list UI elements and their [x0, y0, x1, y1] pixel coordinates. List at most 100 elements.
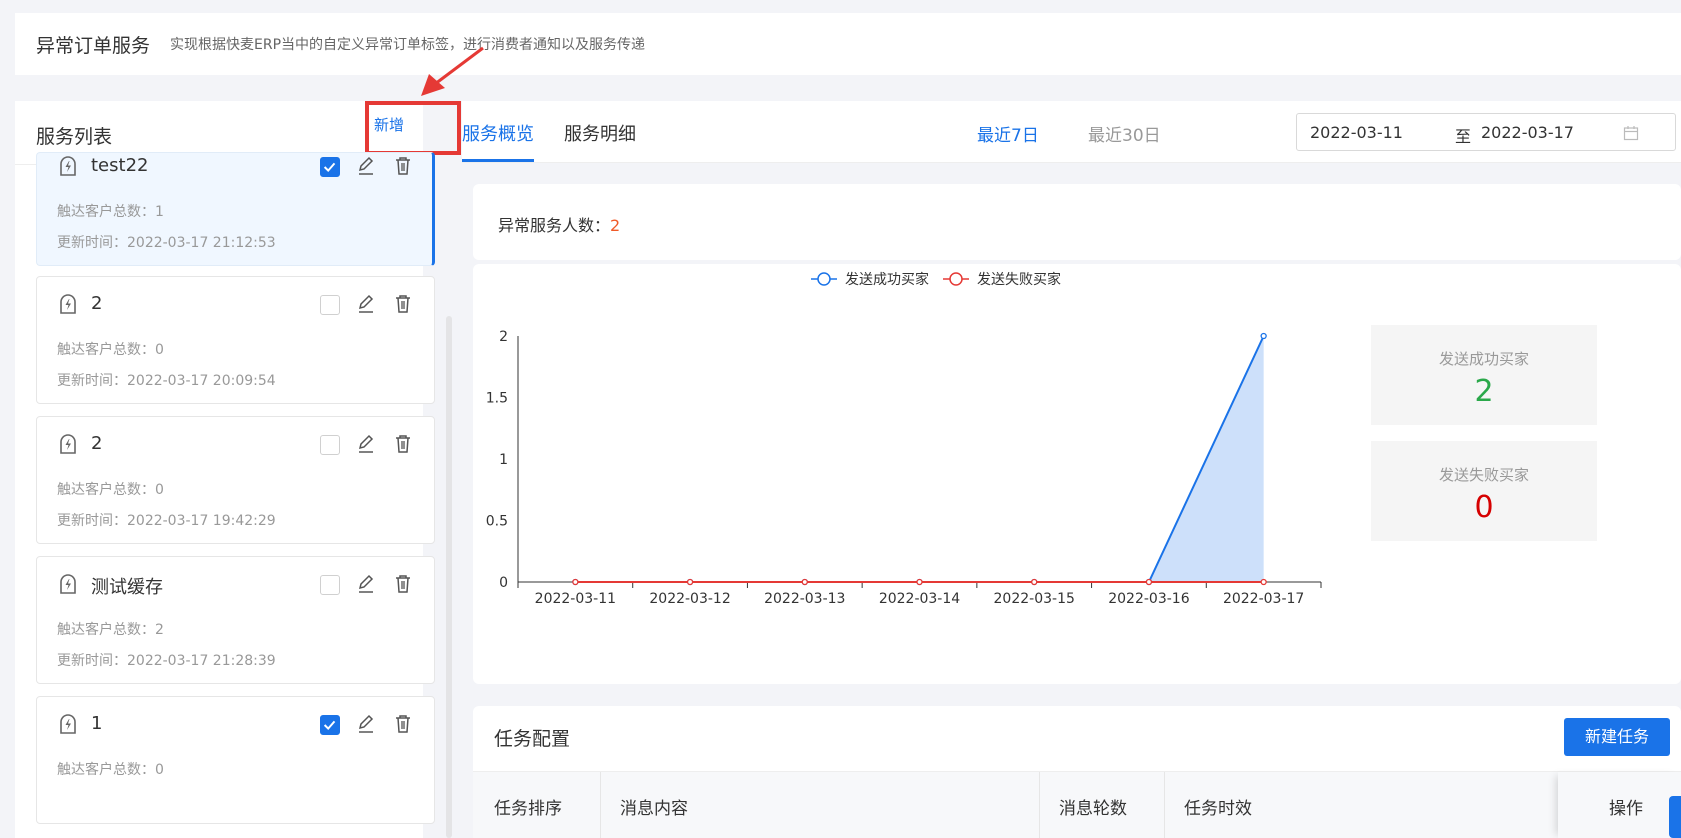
edit-icon[interactable]: [356, 573, 376, 595]
column-divider: [1039, 772, 1040, 838]
delete-icon[interactable]: [393, 433, 413, 455]
delete-icon[interactable]: [393, 155, 413, 177]
service-reach-count: 触达客户总数：0: [57, 482, 164, 498]
legend-label: 发送成功买家: [845, 271, 929, 288]
service-name: 2: [91, 293, 103, 314]
service-enable-checkbox[interactable]: [320, 157, 340, 177]
service-item[interactable]: 2 触达客户总数：0 更新时间：2022-03-17 19:42:29: [36, 416, 435, 544]
abnormal-count-text: 异常服务人数：: [498, 216, 611, 235]
x-tick-label: 2022-03-12: [649, 591, 730, 607]
service-type-icon: [57, 433, 79, 455]
page-title: 异常订单服务: [36, 34, 151, 57]
service-enable-checkbox[interactable]: [320, 435, 340, 455]
service-item[interactable]: 测试缓存触达客户总数：2 更新时间：2022-03-17 21:28:39: [36, 556, 435, 684]
service-item[interactable]: 2 触达客户总数：0 更新时间：2022-03-17 20:09:54: [36, 276, 435, 404]
range-last30-button[interactable]: 最近30日: [1088, 121, 1161, 146]
service-item[interactable]: test22 触达客户总数：1 更新时间：2022-03-17 21:12:53: [36, 152, 435, 266]
date-range-picker[interactable]: 2022-03-11 至 2022-03-17: [1296, 113, 1676, 151]
data-point: [686, 578, 694, 586]
service-reach-count: 触达客户总数：0: [57, 762, 164, 778]
service-item[interactable]: 1 触达客户总数：0: [36, 696, 435, 824]
data-point: [572, 578, 579, 586]
service-enable-checkbox[interactable]: [320, 715, 340, 735]
x-tick-label: 2022-03-17: [1223, 591, 1304, 607]
service-updated-time: 更新时间：2022-03-17 19:42:29: [57, 513, 276, 529]
x-tick-label: 2022-03-11: [535, 591, 616, 607]
data-point: [916, 578, 923, 586]
edit-icon[interactable]: [356, 713, 376, 735]
service-type-icon: [57, 573, 79, 595]
service-reach-count: 触达客户总数：1: [57, 204, 164, 220]
service-updated-time: 更新时间：2022-03-17 21:28:39: [57, 653, 276, 669]
page-description: 实现根据快麦ERP当中的自定义异常订单标签，进行消费者通知以及服务传递: [170, 37, 646, 53]
column-actions: 操作: [1609, 799, 1643, 819]
tab-overview[interactable]: 服务概览: [462, 120, 534, 162]
tab-detail[interactable]: 服务明细: [564, 120, 636, 146]
delete-icon[interactable]: [393, 573, 413, 595]
service-type-icon: [57, 713, 79, 735]
edit-icon[interactable]: [356, 155, 376, 177]
y-tick-label: 1.5: [486, 391, 508, 407]
service-name: test22: [91, 155, 149, 176]
x-tick-label: 2022-03-16: [1108, 591, 1189, 607]
line-chart: 2022-03-11 2022-03-12 2022-03-13 2022-03-14…: [486, 271, 1322, 607]
range-last7-button[interactable]: 最近7日: [977, 121, 1039, 146]
service-updated-time: 更新时间：2022-03-17 20:09:54: [57, 373, 276, 389]
abnormal-count-label: 异常服务人数：2: [498, 212, 620, 236]
service-reach-count: 触达客户总数：2: [57, 622, 164, 638]
kpi-fail-label: 发送失败买家: [1438, 466, 1529, 484]
column-divider: [600, 772, 601, 838]
kpi-success-label: 发送成功买家: [1438, 350, 1529, 368]
date-start: 2022-03-11: [1310, 123, 1403, 142]
abnormal-count-value: 2: [610, 216, 621, 235]
column-task-order: 任务排序: [494, 799, 562, 819]
calendar-icon: [1623, 126, 1639, 141]
service-list-title: 服务列表: [36, 126, 113, 148]
service-reach-count: 触达客户总数：0: [57, 342, 164, 358]
data-point: [1145, 578, 1153, 586]
service-enable-checkbox[interactable]: [320, 295, 340, 315]
y-tick-label: 0: [499, 575, 508, 591]
task-config-title: 任务配置: [494, 728, 571, 750]
column-divider: [1164, 772, 1165, 838]
abnormal-count-card: 异常服务人数：2: [473, 184, 1681, 260]
chart-card: 2022-03-11 2022-03-12 2022-03-13 2022-03-14…: [473, 264, 1681, 684]
kpi-success: 发送成功买家 2: [1371, 325, 1597, 425]
service-name: 1: [91, 713, 103, 734]
kpi-fail-value: 0: [1474, 490, 1494, 525]
column-task-validity: 任务时效: [1184, 799, 1252, 819]
x-tick-label: 2022-03-13: [764, 591, 845, 607]
edit-icon[interactable]: [356, 433, 376, 455]
y-tick-label: 1: [499, 452, 508, 468]
service-type-icon: [57, 155, 79, 177]
new-task-button[interactable]: 新建任务: [1564, 718, 1670, 756]
series-area: [575, 336, 1264, 582]
service-name: 测试缓存: [91, 577, 163, 598]
data-point: [801, 578, 808, 586]
task-config-card: 任务配置 新建任务 任务排序 消息内容 消息轮数 任务时效 操作: [473, 706, 1681, 838]
legend-marker: [949, 272, 963, 286]
delete-icon[interactable]: [393, 713, 413, 735]
column-message-content: 消息内容: [620, 799, 688, 819]
y-tick-label: 0.5: [486, 514, 508, 530]
y-tick-label: 2: [499, 329, 508, 345]
data-point: [1031, 578, 1038, 586]
legend-marker: [817, 272, 831, 286]
edit-icon[interactable]: [356, 293, 376, 315]
tabs-bar: 服务概览 服务明细 最近7日 最近30日 2022-03-11 至 2022-0…: [462, 101, 1681, 163]
delete-icon[interactable]: [393, 293, 413, 315]
x-tick-label: 2022-03-14: [879, 591, 960, 607]
date-end: 2022-03-17: [1481, 123, 1574, 142]
task-table-header: 任务排序 消息内容 消息轮数 任务时效 操作: [473, 771, 1681, 838]
date-separator: 至: [1455, 127, 1472, 146]
actions-column: 操作: [1558, 772, 1681, 838]
service-updated-time: 更新时间：2022-03-17 21:12:53: [57, 235, 276, 251]
service-list-scrollbar[interactable]: [446, 316, 452, 838]
x-tick-label: 2022-03-15: [994, 591, 1075, 607]
floating-helper-button[interactable]: [1669, 796, 1681, 838]
series-line: [575, 335, 1265, 583]
page-header: 异常订单服务 实现根据快麦ERP当中的自定义异常订单标签，进行消费者通知以及服务…: [15, 13, 1681, 75]
data-point: [1260, 578, 1267, 586]
annotation-arrow: [421, 46, 484, 96]
service-enable-checkbox[interactable]: [320, 575, 340, 595]
